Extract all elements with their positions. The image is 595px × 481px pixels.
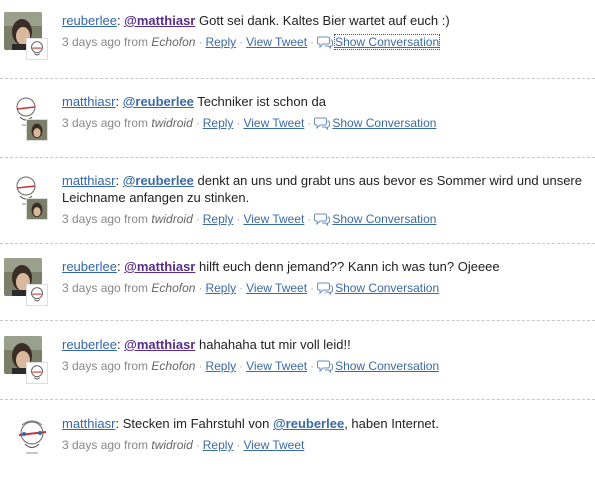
show-conversation-link[interactable]: Show Conversation: [332, 116, 436, 130]
tweet-body-prefix: : Stecken im Fahrstuhl von: [115, 416, 273, 431]
speech-bubble-icon: [314, 117, 331, 130]
mention-link[interactable]: @matthiasr: [124, 13, 195, 28]
tweet-timeline: reuberlee: @matthiasr Gott sei dank. Kal…: [0, 0, 595, 481]
view-tweet-link[interactable]: View Tweet: [246, 35, 307, 49]
show-conversation-link[interactable]: Show Conversation: [335, 281, 439, 295]
mention-link[interactable]: @matthiasr: [124, 259, 195, 274]
avatar[interactable]: [4, 93, 54, 143]
user-photo-icon: [26, 119, 48, 141]
tweet-meta: 3 days ago from twidroid · Reply · View Twee…: [62, 438, 305, 452]
source-app: Echofon: [151, 35, 196, 49]
tweet-text: matthiasr: @reuberlee denkt an uns und g…: [62, 173, 582, 205]
tweet-text: matthiasr: Stecken im Fahrstuhl von @reu…: [62, 415, 591, 432]
divider: [0, 320, 595, 321]
reply-link[interactable]: Reply: [205, 359, 236, 373]
sketch-face-icon: [26, 362, 48, 384]
timestamp: 3 days ago from: [62, 359, 149, 373]
avatar[interactable]: [4, 12, 54, 62]
divider: [0, 243, 595, 244]
source-app: Echofon: [151, 281, 196, 295]
username-link[interactable]: matthiasr: [62, 94, 115, 109]
reply-link[interactable]: Reply: [203, 212, 234, 226]
timestamp: 3 days ago from: [62, 116, 149, 130]
username-link[interactable]: reuberlee: [62, 337, 117, 352]
source-app: twidroid: [151, 212, 193, 226]
tweet-body: Techniker ist schon da: [193, 94, 326, 109]
source-app: twidroid: [151, 116, 193, 130]
view-tweet-link[interactable]: View Tweet: [243, 212, 304, 226]
username-link[interactable]: reuberlee: [62, 259, 117, 274]
speech-bubble-icon: [317, 36, 334, 49]
tweet-body: hahahaha tut mir voll leid!!: [195, 337, 351, 352]
avatar[interactable]: [4, 258, 54, 308]
tweet-text: reuberlee: @matthiasr Gott sei dank. Kal…: [62, 13, 450, 28]
tweet-meta: 3 days ago from Echofon · Reply · View Tweet…: [62, 34, 441, 50]
source-app: twidroid: [151, 438, 193, 452]
speech-bubble-icon: [317, 282, 334, 295]
tweet-meta: 3 days ago from twidroid · Reply · View Twee…: [62, 116, 437, 130]
user-photo-icon: [26, 198, 48, 220]
tweet-body: hilft euch denn jemand?? Kann ich was tu…: [195, 259, 500, 274]
tweet-text: reuberlee: @matthiasr hahahaha tut mir v…: [62, 337, 351, 352]
sketch-face-icon: [26, 38, 48, 60]
reply-link[interactable]: Reply: [205, 281, 236, 295]
show-conversation-link[interactable]: Show Conversation: [335, 359, 439, 373]
divider: [0, 399, 595, 400]
mention-link[interactable]: @matthiasr: [124, 337, 195, 352]
view-tweet-link[interactable]: View Tweet: [246, 359, 307, 373]
reply-link[interactable]: Reply: [205, 35, 236, 49]
sketch-face-icon: [10, 415, 56, 461]
reply-link[interactable]: Reply: [203, 438, 234, 452]
sketch-face-icon: [26, 284, 48, 306]
timestamp: 3 days ago from: [62, 212, 149, 226]
show-conversation-link[interactable]: Show Conversation: [334, 34, 441, 50]
avatar[interactable]: [4, 172, 54, 222]
source-app: Echofon: [151, 359, 196, 373]
tweet-meta: 3 days ago from twidroid · Reply · View Twee…: [62, 212, 437, 226]
timestamp: 3 days ago from: [62, 35, 149, 49]
divider: [0, 157, 595, 158]
tweet-text: reuberlee: @matthiasr hilft euch denn je…: [62, 259, 500, 274]
speech-bubble-icon: [317, 360, 334, 373]
mention-link[interactable]: @reuberlee: [123, 94, 194, 109]
avatar[interactable]: [4, 336, 54, 386]
mention-link[interactable]: @reuberlee: [273, 416, 344, 431]
show-conversation-link[interactable]: Show Conversation: [332, 212, 436, 226]
tweet-text: matthiasr: @reuberlee Techniker ist scho…: [62, 94, 326, 109]
tweet-meta: 3 days ago from Echofon · Reply · View Tweet…: [62, 359, 440, 373]
avatar[interactable]: [4, 415, 56, 465]
tweet-body: Gott sei dank. Kaltes Bier wartet auf eu…: [195, 13, 450, 28]
reply-link[interactable]: Reply: [203, 116, 234, 130]
username-link[interactable]: matthiasr: [62, 173, 115, 188]
view-tweet-link[interactable]: View Tweet: [243, 116, 304, 130]
tweet-body: , haben Internet.: [344, 416, 439, 431]
divider: [0, 78, 595, 79]
speech-bubble-icon: [314, 213, 331, 226]
timestamp: 3 days ago from: [62, 438, 149, 452]
view-tweet-link[interactable]: View Tweet: [246, 281, 307, 295]
view-tweet-link[interactable]: View Tweet: [243, 438, 304, 452]
username-link[interactable]: reuberlee: [62, 13, 117, 28]
username-link[interactable]: matthiasr: [62, 416, 115, 431]
mention-link[interactable]: @reuberlee: [123, 173, 194, 188]
timestamp: 3 days ago from: [62, 281, 149, 295]
tweet-meta: 3 days ago from Echofon · Reply · View Tweet…: [62, 281, 440, 295]
